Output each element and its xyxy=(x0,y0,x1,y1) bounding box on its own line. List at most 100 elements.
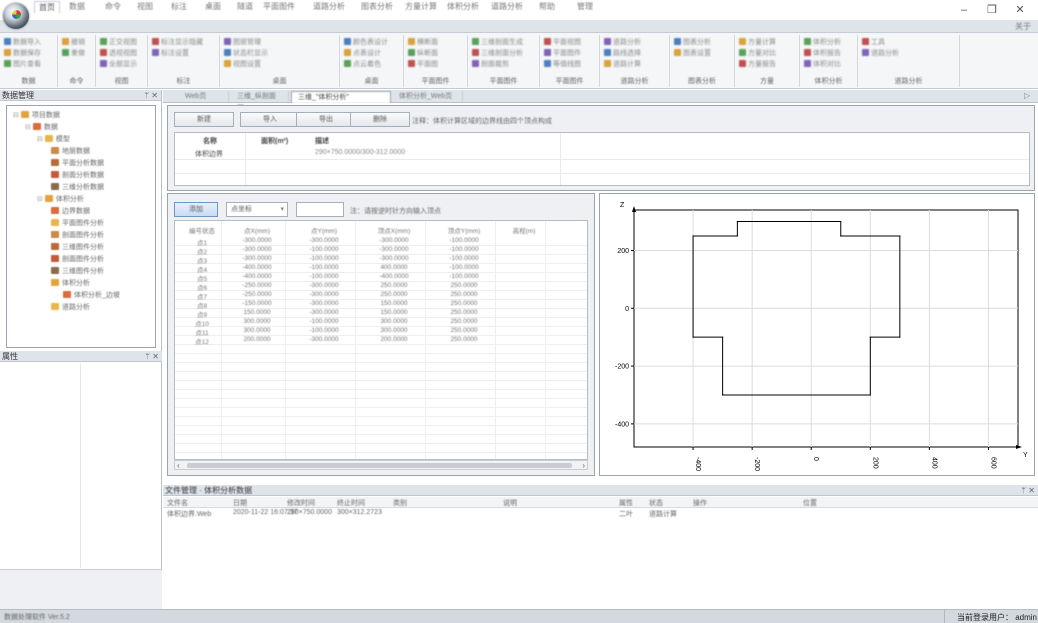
ribbon-item[interactable]: 横断面 xyxy=(408,37,438,47)
ribbon-item[interactable]: 正交视图 xyxy=(100,37,137,47)
coordinate-select[interactable]: 点坐标 ▾ xyxy=(226,202,288,217)
restore-button[interactable]: ❐ xyxy=(980,2,1004,18)
tree-node[interactable]: 地层数据 xyxy=(49,146,90,157)
tree-expand-icon[interactable]: ⊟ xyxy=(25,124,31,131)
horizontal-scrollbar[interactable]: ‹ › xyxy=(174,460,588,470)
grid-header[interactable]: 点X(mm) xyxy=(225,225,289,235)
ribbon-tab-3[interactable]: 视图 xyxy=(128,1,162,13)
tree-node[interactable]: 剖面分析数据 xyxy=(49,170,104,181)
ribbon-item[interactable]: 图层管理 xyxy=(224,37,261,47)
ribbon-item[interactable]: 剖面裁剪 xyxy=(472,59,509,69)
ribbon-item[interactable]: 数据导入 xyxy=(4,37,41,47)
vertex-count-input[interactable] xyxy=(296,202,344,217)
ribbon-item[interactable]: 道路分析 xyxy=(862,48,899,58)
minimize-button[interactable]: – xyxy=(952,2,976,18)
new-button[interactable]: 新建 xyxy=(174,112,234,127)
scroll-left-icon[interactable]: ‹ xyxy=(177,461,180,470)
file-row[interactable]: 体积边界.Web 2020-11-22 16:07:37 290×750.0000 3… xyxy=(163,509,1038,519)
ribbon-item[interactable]: 视图设置 xyxy=(224,59,261,69)
ribbon-item[interactable]: 方量报告 xyxy=(739,59,776,69)
ribbon-item[interactable]: 标注显示隐藏 xyxy=(152,37,203,47)
ribbon-item[interactable]: 颜色表设计 xyxy=(344,37,388,47)
ribbon-item[interactable]: 平面视图 xyxy=(544,37,581,47)
file-column-header[interactable]: 日期 xyxy=(233,498,247,508)
delete-button[interactable]: 删除 xyxy=(350,112,410,127)
ribbon-item[interactable]: 状态栏显示 xyxy=(224,48,268,58)
tree-node[interactable]: 三维图件分析 xyxy=(49,266,104,277)
tree-node[interactable]: ⊟ 体积分析 xyxy=(37,194,84,205)
tree-node[interactable]: 三维分析数据 xyxy=(49,182,104,193)
tree-node[interactable]: 体积分析 xyxy=(49,278,90,289)
file-column-header[interactable]: 文件名 xyxy=(167,498,188,508)
ribbon-item[interactable]: 标注设置 xyxy=(152,48,189,58)
tree-node[interactable]: 道路分析 xyxy=(49,302,90,313)
ribbon-item[interactable]: 图片查看 xyxy=(4,59,41,69)
export-button[interactable]: 导出 xyxy=(296,112,356,127)
ribbon-item[interactable]: 全部显示 xyxy=(100,59,137,69)
table-row[interactable]: 点7 -250.0000 -300.0000 250.0000 250.0000 xyxy=(175,291,587,301)
tree-node[interactable]: 剖面图件分析 xyxy=(49,254,104,265)
tree-expand-icon[interactable]: ⊟ xyxy=(13,112,19,119)
pin-close-icons[interactable]: ᛘ ✕ xyxy=(144,90,158,101)
pin-close-icons[interactable]: ᛘ ✕ xyxy=(145,351,159,362)
grid-header[interactable]: 编号状态 xyxy=(179,225,225,235)
ribbon-item[interactable]: 重做 xyxy=(62,48,85,58)
file-column-header[interactable]: 修改时间 xyxy=(287,498,315,508)
doc-tab-3[interactable]: 体积分析_Web页 xyxy=(393,91,463,103)
table-row[interactable]: 点6 -250.0000 -300.0000 250.0000 250.0000 xyxy=(175,282,587,292)
tree-node[interactable]: ⊟ 数据 xyxy=(25,122,58,133)
ribbon-tab-1[interactable]: 数据 xyxy=(60,1,94,13)
table-row[interactable]: 点3 -300.0000 -100.0000 -300.0000 -100.0000 xyxy=(175,255,587,265)
table-row[interactable]: 点1 -300.0000 -300.0000 -300.0000 -100.0000 xyxy=(175,237,587,247)
tree-node[interactable]: 剖面图件分析 xyxy=(49,230,104,241)
ribbon-item[interactable]: 方量对比 xyxy=(739,48,776,58)
file-column-header[interactable]: 操作 xyxy=(693,498,707,508)
table-row[interactable]: 点12 200.0000 -300.0000 200.0000 250.0000 xyxy=(175,336,587,346)
scroll-thumb[interactable] xyxy=(187,463,572,468)
ribbon-tab-11[interactable]: 体积分析 xyxy=(446,1,480,13)
table-row[interactable]: 点2 -300.0000 -100.0000 -300.0000 -100.0000 xyxy=(175,246,587,256)
tree-node[interactable]: 体积分析_边坡 xyxy=(61,290,120,301)
file-column-header[interactable]: 说明 xyxy=(503,498,517,508)
add-vertex-button[interactable]: 添加 xyxy=(174,202,218,217)
ribbon-item[interactable]: 路线选择 xyxy=(604,48,641,58)
ribbon-tab-7[interactable]: 平面图件 xyxy=(262,1,296,13)
app-orb-icon[interactable] xyxy=(3,3,29,29)
ribbon-tab-13[interactable]: 帮助 xyxy=(530,1,564,13)
grid-header[interactable]: 高程(m) xyxy=(499,225,549,235)
table-row[interactable]: 点4 -400.0000 -100.0000 400.0000 -100.0000 xyxy=(175,264,587,274)
ribbon-tab-0[interactable]: 首页 xyxy=(34,1,60,13)
ribbon-item[interactable]: 平面图 xyxy=(408,59,438,69)
table-row[interactable]: 点11 300.0000 -100.0000 300.0000 250.0000 xyxy=(175,327,587,337)
ribbon-item[interactable]: 纵断面 xyxy=(408,48,438,58)
ribbon-tab-4[interactable]: 标注 xyxy=(162,1,196,13)
scroll-right-icon[interactable]: › xyxy=(582,461,585,470)
file-column-header[interactable]: 类别 xyxy=(393,498,407,508)
ribbon-tab-2[interactable]: 命令 xyxy=(96,1,130,13)
ribbon-item[interactable]: 图表设置 xyxy=(674,48,711,58)
ribbon-tab-10[interactable]: 方量计算 xyxy=(404,1,438,13)
tree-node[interactable]: ⊟ 项目数据 xyxy=(13,110,60,121)
ribbon-item[interactable]: 三维剖面生成 xyxy=(472,37,523,47)
help-tab[interactable]: 关于 xyxy=(1010,21,1036,33)
table-row[interactable]: 点10 300.0000 -100.0000 300.0000 250.0000 xyxy=(175,318,587,328)
file-column-header[interactable]: 状态 xyxy=(649,498,663,508)
close-button[interactable]: ✕ xyxy=(1008,2,1032,18)
ribbon-item[interactable]: 道路计算 xyxy=(604,59,641,69)
ribbon-tab-8[interactable]: 道路分析 xyxy=(312,1,346,13)
file-column-header[interactable]: 属性 xyxy=(619,498,633,508)
ribbon-tab-9[interactable]: 图表分析 xyxy=(360,1,394,13)
doc-tab-0[interactable]: Web页 xyxy=(179,91,229,103)
tree-node[interactable]: 平面图件分析 xyxy=(49,218,104,229)
grid-header[interactable]: 顶点X(mm) xyxy=(359,225,429,235)
ribbon-item[interactable]: 等值线图 xyxy=(544,59,581,69)
tab-scroll-icon[interactable]: ▷ xyxy=(1024,91,1030,100)
doc-tab-1[interactable]: 三维_纵剖面图 xyxy=(231,91,289,112)
ribbon-tab-6[interactable]: 隧道 xyxy=(228,1,262,13)
ribbon-item[interactable]: 点云着色 xyxy=(344,59,381,69)
ribbon-item[interactable]: 透视视图 xyxy=(100,48,137,58)
table-row[interactable]: 点5 -400.0000 -100.0000 -400.0000 -100.0000 xyxy=(175,273,587,283)
ribbon-item[interactable]: 三维剖面分析 xyxy=(472,48,523,58)
ribbon-item[interactable]: 体积报告 xyxy=(804,48,841,58)
ribbon-tab-5[interactable]: 桌面 xyxy=(196,1,230,13)
